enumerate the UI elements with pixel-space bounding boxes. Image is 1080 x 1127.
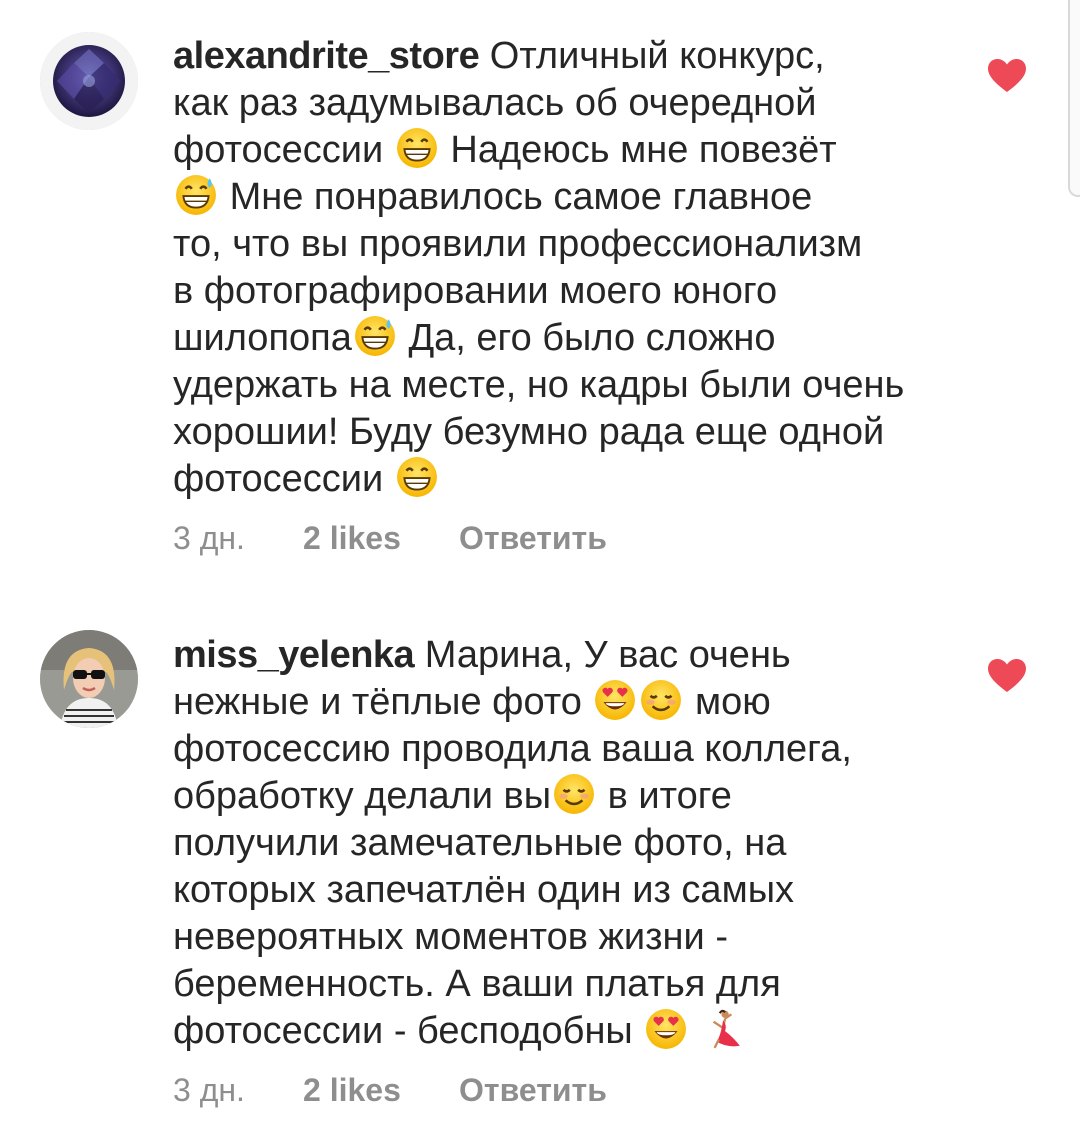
comment-line: фотосессию проводила ваша коллега, [173, 728, 852, 770]
comment-line: шилопопа [173, 317, 352, 359]
comment-line: Марина, У вас очень [424, 634, 791, 676]
comment-line: фотосессии - бесподобны [173, 1010, 633, 1052]
comment-line: которых запечатлён один из самых [173, 869, 795, 911]
comment-meta: 3 дн. 2 likes Ответить [173, 520, 607, 557]
comment-text: miss_yelenka Марина, У вас очень нежные … [173, 632, 973, 1055]
reply-button[interactable]: Ответить [459, 520, 607, 557]
comment-likes[interactable]: 2 likes [303, 1072, 459, 1109]
heart-icon[interactable] [987, 658, 1027, 694]
scrollbar[interactable] [1068, 0, 1080, 197]
comment-text: alexandrite_store Отличный конкурс, как … [173, 33, 973, 503]
comment-likes[interactable]: 2 likes [303, 520, 459, 557]
reply-button[interactable]: Ответить [459, 1072, 607, 1109]
comment-line: хорошии! Буду безумно рада еще одной [173, 411, 885, 453]
comment-line: нежные и тёплые фото [173, 681, 582, 723]
comment-line: обработку делали вы [173, 775, 552, 817]
comment-line: фотосессии [173, 458, 384, 500]
grinning-face-icon [396, 456, 438, 498]
heart-eyes-face-icon [594, 679, 636, 721]
comment-line: невероятных моментов жизни - [173, 916, 728, 958]
comment-line: беременность. А ваши платья для [173, 963, 781, 1005]
comment-line: фотосессии [173, 129, 384, 171]
comment-meta: 3 дн. 2 likes Ответить [173, 1072, 607, 1109]
heart-icon[interactable] [987, 58, 1027, 94]
comment-line: в итоге [607, 775, 732, 817]
comment-username[interactable]: miss_yelenka [173, 634, 415, 676]
avatar[interactable] [40, 630, 138, 728]
comment-username[interactable]: alexandrite_store [173, 35, 480, 77]
comment-timestamp: 3 дн. [173, 1072, 245, 1108]
avatar[interactable] [40, 32, 138, 130]
heart-eyes-face-icon [645, 1008, 687, 1050]
smiling-face-icon [640, 679, 682, 721]
grinning-face-icon [396, 127, 438, 169]
comment-line: Отличный конкурс, [489, 35, 825, 77]
comment-line: то, что вы проявили профессионализм [173, 223, 863, 265]
smiling-face-icon [553, 773, 595, 815]
grinning-sweat-face-icon [354, 315, 396, 357]
woman-avatar-image [40, 630, 138, 728]
gemstone-avatar-image [40, 32, 138, 130]
comment-timestamp: 3 дн. [173, 520, 245, 556]
comment-line: удержать на месте, но кадры были очень [173, 364, 905, 406]
comment-line: Мне понравилось самое главное [229, 176, 813, 218]
comment-line: как раз задумывалась об очередной [173, 82, 817, 124]
comment-line: в фотографировании моего юного [173, 270, 778, 312]
comment-line: получили замечательные фото, на [173, 822, 787, 864]
comment-line: мою [694, 681, 771, 723]
dancer-icon [702, 1008, 744, 1050]
comment-line: Да, его было сложно [408, 317, 776, 359]
grinning-sweat-face-icon [175, 174, 217, 216]
comment-line: Надеюсь мне повезёт [450, 129, 837, 171]
